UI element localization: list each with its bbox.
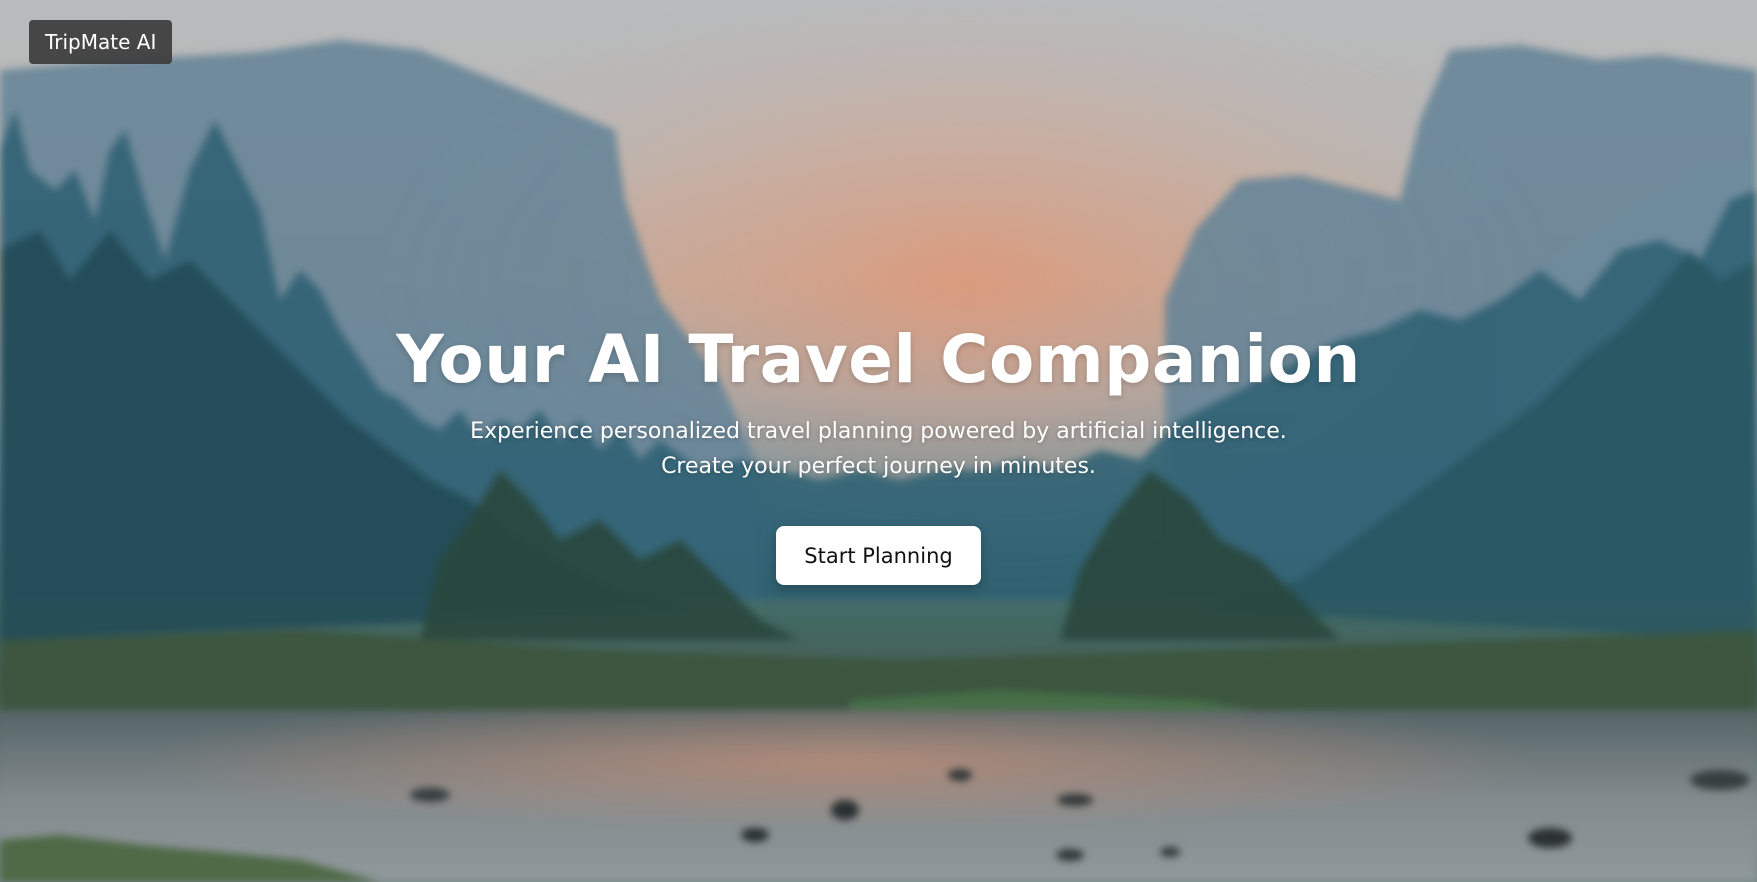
brand-logo[interactable]: TripMate AI [29, 20, 173, 64]
start-planning-button[interactable]: Start Planning [776, 526, 981, 585]
hero-section: TripMate AI Your AI Travel Companion Exp… [0, 0, 1757, 882]
hero-title: Your AI Travel Companion [396, 321, 1361, 398]
hero-content: Your AI Travel Companion Experience pers… [0, 318, 1757, 585]
hero-subtitle-line-2: Create your perfect journey in minutes. [661, 454, 1096, 479]
hero-subtitle-line-1: Experience personalized travel planning … [470, 419, 1287, 444]
hero-subtitle: Experience personalized travel planning … [429, 414, 1329, 484]
